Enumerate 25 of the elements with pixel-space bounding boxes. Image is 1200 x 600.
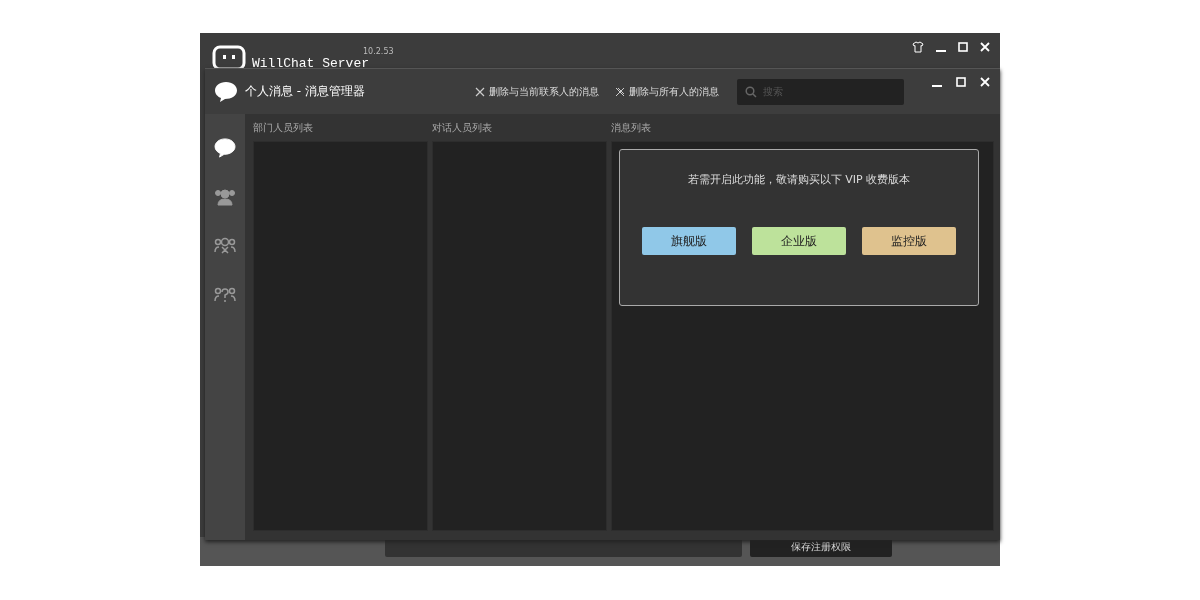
people-question-icon[interactable] xyxy=(214,286,236,304)
shirt-icon[interactable] xyxy=(912,41,924,53)
robot-logo-icon xyxy=(212,45,246,71)
vip-message: 若需开启此功能，敬请购买以下 VIP 收费版本 xyxy=(687,172,911,187)
chat-bubble-icon[interactable] xyxy=(214,138,236,158)
edition-button[interactable]: 企业版 xyxy=(752,227,846,255)
version-label: 10.2.53 xyxy=(363,47,394,56)
chat-bubble-icon xyxy=(214,80,238,103)
app-name: WillChat Server xyxy=(252,58,370,70)
delete-messages-button[interactable]: 删除与所有人的消息 xyxy=(614,84,719,99)
column-heading: 对话人员列表 xyxy=(432,121,493,135)
close-icon xyxy=(474,86,485,97)
delete-messages-button[interactable]: 删除与当前联系人的消息 xyxy=(474,84,599,99)
column-heading: 消息列表 xyxy=(611,121,652,135)
double-close-icon xyxy=(614,86,625,97)
close-icon[interactable] xyxy=(980,42,990,52)
people-group-icon[interactable] xyxy=(214,188,236,206)
people-remove-icon[interactable] xyxy=(214,237,236,255)
edition-button[interactable]: 监控版 xyxy=(862,227,956,255)
close-icon[interactable] xyxy=(980,77,990,87)
edition-button[interactable]: 旗舰版 xyxy=(642,227,736,255)
column-heading: 部门人员列表 xyxy=(253,121,314,135)
maximize-icon[interactable] xyxy=(958,42,968,52)
maximize-icon[interactable] xyxy=(956,77,966,87)
window-title: 个人消息 - 消息管理器 xyxy=(245,83,365,100)
